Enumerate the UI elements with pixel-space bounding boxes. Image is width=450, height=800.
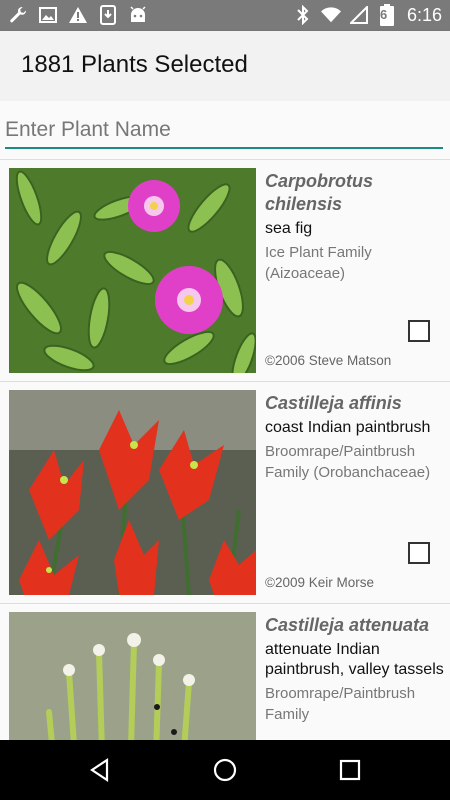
wrench-icon <box>8 4 28 26</box>
common-name: coast Indian paintbrush <box>265 419 431 436</box>
family-name: Broomrape/Paintbrush Family (Orobanchace… <box>265 443 431 481</box>
clock: 6:16 <box>406 5 442 25</box>
search-bar <box>0 101 450 159</box>
warning-icon <box>68 4 88 26</box>
status-bar: 6 6:16 <box>0 0 450 31</box>
bluetooth-icon <box>293 4 313 26</box>
common-name: attenuate Indian paintbrush, valley tass… <box>265 641 444 678</box>
select-checkbox[interactable] <box>408 542 430 564</box>
recents-icon[interactable] <box>335 755 365 785</box>
android-icon <box>128 4 148 26</box>
signal-icon <box>349 4 369 26</box>
photo-credit: ©2006 Steve Matson <box>265 353 392 368</box>
scientific-name: Castilleja affinis <box>265 393 402 413</box>
battery-level: 6 <box>379 7 388 22</box>
list-item[interactable]: Castilleja attenuata attenuate Indian pa… <box>0 604 450 740</box>
wifi-icon <box>320 4 341 26</box>
navigation-bar <box>0 740 450 800</box>
plant-photo[interactable] <box>9 612 256 740</box>
plant-photo[interactable] <box>9 168 256 373</box>
plant-info: Castilleja affinis coast Indian paintbru… <box>265 392 445 483</box>
download-icon <box>98 4 118 26</box>
family-name: Broomrape/Paintbrush Family <box>265 685 416 723</box>
plant-info: Castilleja attenuata attenuate Indian pa… <box>265 614 445 725</box>
page-title: 1881 Plants Selected <box>21 51 248 78</box>
home-icon[interactable] <box>210 755 240 785</box>
search-input[interactable] <box>5 113 443 149</box>
plant-list[interactable]: Carpobrotus chilensis sea fig Ice Plant … <box>0 160 450 740</box>
back-icon[interactable] <box>85 755 115 785</box>
list-item[interactable]: Carpobrotus chilensis sea fig Ice Plant … <box>0 160 450 382</box>
family-name: Ice Plant Family (Aizoaceae) <box>265 244 372 282</box>
photo-credit: ©2009 Keir Morse <box>265 575 374 590</box>
scientific-name: Castilleja attenuata <box>265 615 430 635</box>
scientific-name: Carpobrotus chilensis <box>265 171 373 214</box>
list-item[interactable]: Castilleja affinis coast Indian paintbru… <box>0 382 450 604</box>
plant-info: Carpobrotus chilensis sea fig Ice Plant … <box>265 170 445 284</box>
battery-icon: 6 <box>377 4 397 26</box>
common-name: sea fig <box>265 220 313 237</box>
image-icon <box>38 4 58 26</box>
plant-photo[interactable] <box>9 390 256 595</box>
app-bar: 1881 Plants Selected <box>0 31 450 101</box>
select-checkbox[interactable] <box>408 320 430 342</box>
